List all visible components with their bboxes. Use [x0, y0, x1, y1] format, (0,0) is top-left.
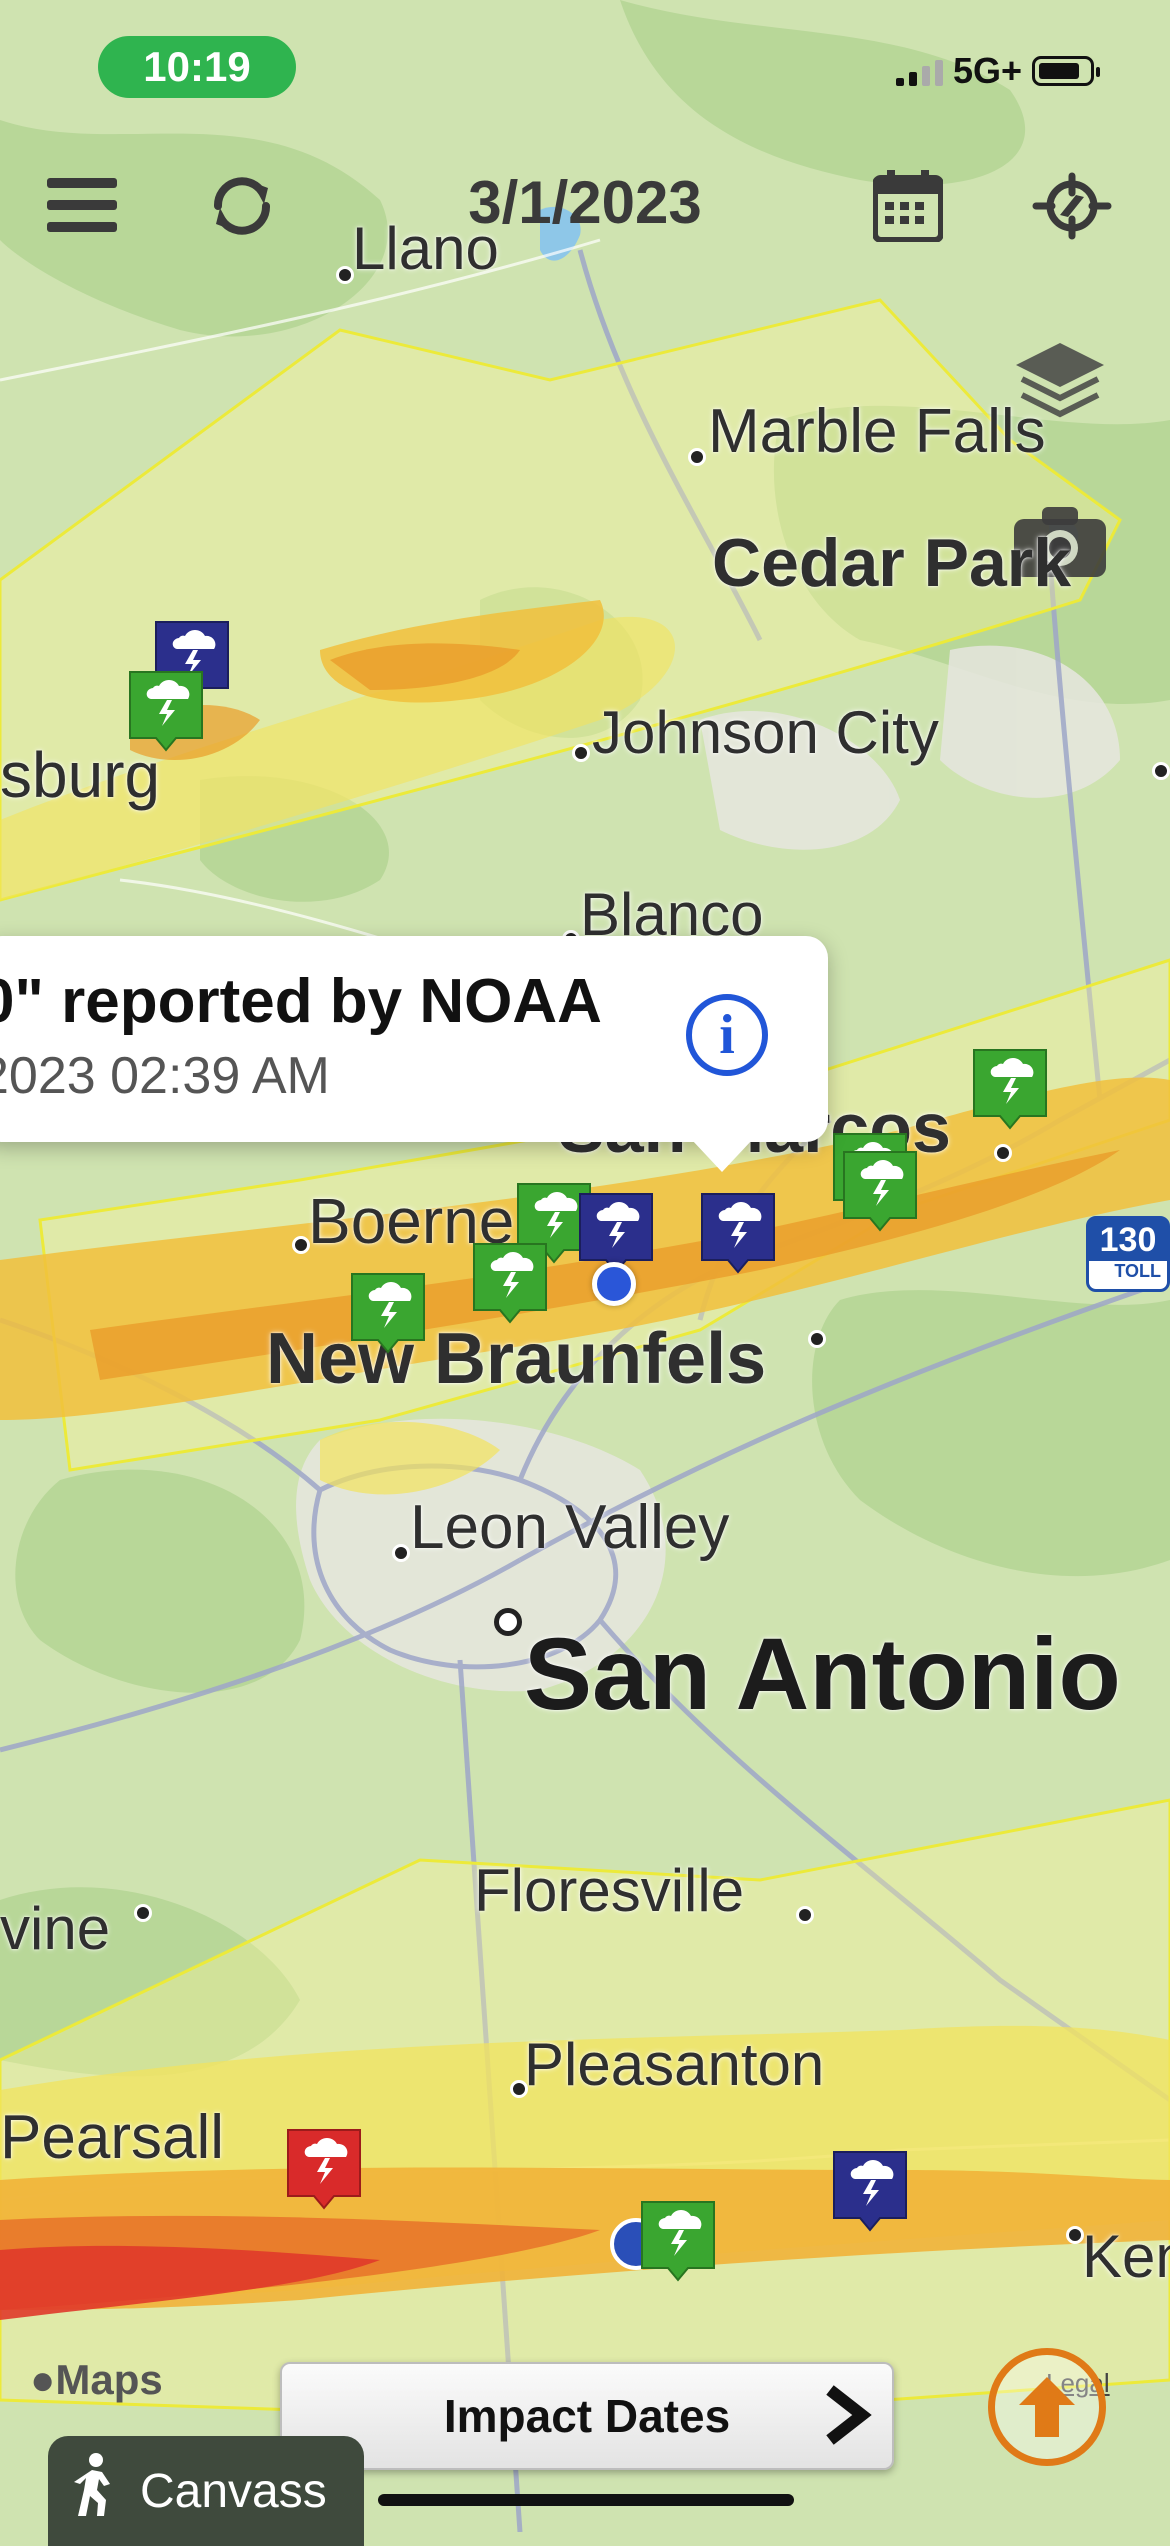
city-label-cedar-park: Cedar Park: [712, 525, 1072, 601]
city-label-marble-falls: Marble Falls: [708, 397, 1046, 466]
status-time: 10:19: [143, 43, 251, 90]
city-label-pearsall: Pearsall: [0, 2103, 224, 2172]
upload-button[interactable]: [988, 2348, 1106, 2466]
city-dot: [392, 1544, 410, 1562]
storm-report-marker[interactable]: [970, 1046, 1047, 1130]
city-label-ken: Ken: [1082, 2223, 1170, 2290]
major-city-dot: [494, 1608, 522, 1636]
city-label-floresville: Floresville: [474, 1857, 745, 1924]
city-dot: [1152, 762, 1170, 780]
storm-report-marker[interactable]: [284, 2126, 361, 2210]
walking-person-icon: [70, 2452, 118, 2530]
city-dot: [808, 1330, 826, 1348]
canvass-button[interactable]: Canvass: [48, 2436, 364, 2546]
apple-logo-icon: ●: [30, 2356, 56, 2403]
cellular-signal-icon: [895, 56, 943, 86]
storm-report-marker[interactable]: [638, 2198, 715, 2282]
highway-shield-130: 130 TOLL: [1086, 1216, 1170, 1292]
storm-report-marker[interactable]: [840, 1148, 917, 1232]
city-dot: [688, 448, 706, 466]
selected-date[interactable]: 3/1/2023: [0, 168, 1170, 237]
maps-attribution: ●Maps: [30, 2356, 163, 2404]
status-time-pill: 10:19: [98, 36, 296, 98]
city-label-johnson-city: Johnson City: [592, 699, 939, 766]
current-location-dot: [592, 1262, 636, 1306]
report-callout[interactable]: 0" reported by NOAA 2023 02:39 AM i: [0, 936, 828, 1172]
city-dot: [796, 1906, 814, 1924]
locate-icon[interactable]: [1030, 166, 1114, 246]
storm-report-marker[interactable]: [576, 1190, 653, 1274]
callout-time: 2023 02:39 AM: [0, 1047, 330, 1105]
storm-report-marker[interactable]: [348, 1270, 425, 1354]
status-indicators: 5G+: [895, 50, 1100, 92]
home-indicator: [378, 2494, 794, 2506]
city-dot: [572, 744, 590, 762]
arrow-up-icon: [1019, 2377, 1075, 2437]
storm-report-marker[interactable]: [126, 668, 203, 752]
network-type: 5G+: [952, 50, 1022, 91]
city-dot: [994, 1144, 1012, 1162]
storm-report-marker[interactable]: [698, 1190, 775, 1274]
canvass-label: Canvass: [140, 2464, 327, 2518]
city-label-vine: vine: [0, 1895, 111, 1962]
info-icon[interactable]: i: [686, 994, 768, 1076]
highway-number: 130: [1089, 1219, 1167, 1261]
callout-title: 0" reported by NOAA: [0, 967, 602, 1036]
maps-attribution-text: Maps: [55, 2356, 163, 2403]
storm-report-marker[interactable]: [470, 1240, 547, 1324]
city-dot: [134, 1904, 152, 1922]
chevron-right-icon: [822, 2384, 872, 2457]
storm-report-marker[interactable]: [830, 2148, 907, 2232]
city-label-llano: Llano: [352, 215, 499, 282]
city-label-leon-valley: Leon Valley: [410, 1493, 730, 1562]
city-label-new-braunfels: New Braunfels: [266, 1319, 767, 1399]
impact-dates-button[interactable]: Impact Dates: [280, 2362, 894, 2470]
impact-dates-label: Impact Dates: [443, 2390, 731, 2442]
battery-icon: [1032, 56, 1100, 86]
calendar-icon[interactable]: [870, 166, 946, 246]
highway-toll-label: TOLL: [1114, 1261, 1161, 1281]
city-label-san-antonio: San Antonio: [524, 1617, 1121, 1731]
city-label-pleasanton: Pleasanton: [524, 2031, 825, 2098]
